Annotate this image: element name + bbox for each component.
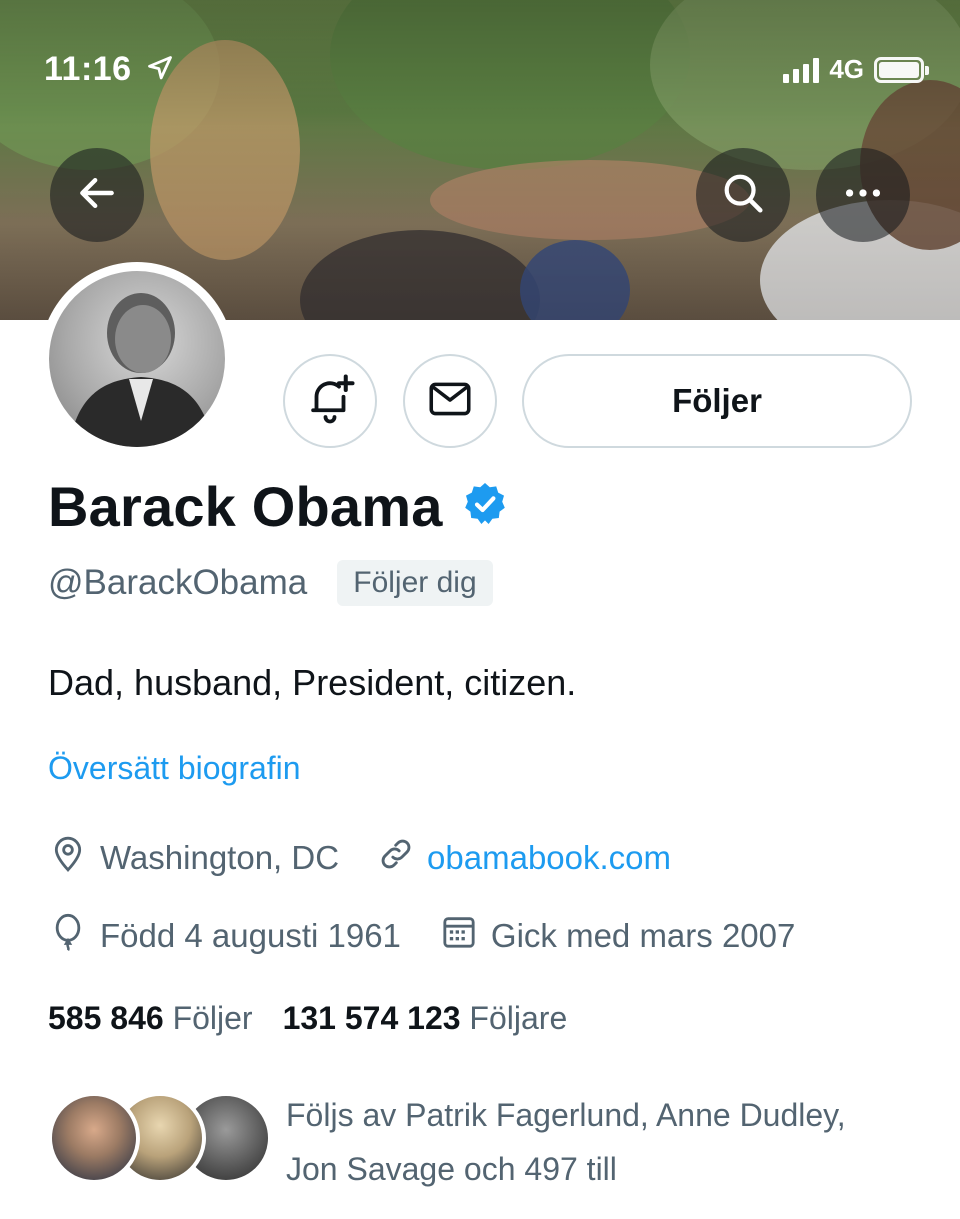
followed-by-line-2: Jon Savage och 497 till bbox=[286, 1151, 617, 1187]
location-arrow-icon bbox=[146, 52, 174, 91]
profile-bio: Dad, husband, President, citizen. bbox=[48, 662, 577, 703]
verified-badge-icon bbox=[461, 480, 509, 533]
following-count-value: 585 846 bbox=[48, 1000, 164, 1036]
location: Washington, DC bbox=[48, 834, 339, 882]
status-bar-right: 4G bbox=[783, 54, 929, 85]
location-text: Washington, DC bbox=[100, 839, 340, 876]
avatar bbox=[48, 1092, 140, 1184]
signal-icon bbox=[783, 57, 820, 83]
following-button[interactable]: Följer bbox=[522, 354, 912, 448]
calendar-icon bbox=[439, 912, 479, 960]
bell-plus-icon bbox=[303, 372, 357, 431]
link-icon bbox=[377, 835, 415, 881]
notify-button[interactable] bbox=[283, 354, 377, 448]
message-button[interactable] bbox=[403, 354, 497, 448]
search-button[interactable] bbox=[696, 148, 790, 242]
meta-row-1: Washington, DC obamabook.com bbox=[48, 834, 709, 882]
website-link[interactable]: obamabook.com bbox=[427, 839, 671, 877]
arrow-left-icon bbox=[75, 171, 119, 220]
user-handle: @BarackObama bbox=[48, 563, 308, 602]
birth-date-text: Född 4 augusti 1961 bbox=[100, 917, 401, 954]
following-count[interactable]: 585 846 Följer bbox=[48, 1000, 253, 1037]
display-name: Barack Obama bbox=[48, 475, 443, 538]
meta-row-2: Född 4 augusti 1961 Gick med mars 2007 bbox=[48, 912, 833, 960]
avatar-photo bbox=[49, 271, 225, 447]
status-bar-time: 11:16 bbox=[44, 50, 174, 91]
joined-date-text: Gick med mars 2007 bbox=[490, 917, 796, 954]
network-type: 4G bbox=[829, 54, 864, 84]
followed-by-section[interactable]: Följs av Patrik Fagerlund, Anne Dudley, … bbox=[48, 1088, 926, 1196]
followers-count[interactable]: 131 574 123 Följare bbox=[283, 1000, 568, 1037]
status-time-text: 11:16 bbox=[44, 50, 132, 88]
envelope-icon bbox=[425, 374, 475, 429]
followers-count-value: 131 574 123 bbox=[282, 1000, 461, 1036]
search-icon bbox=[720, 170, 766, 221]
followed-by-text: Följs av Patrik Fagerlund, Anne Dudley, … bbox=[286, 1088, 926, 1196]
battery-icon bbox=[874, 56, 929, 83]
handle-row: @BarackObama Följer dig bbox=[48, 560, 493, 606]
translate-bio-link[interactable]: Översätt biografin bbox=[48, 750, 301, 787]
followed-by-avatars bbox=[48, 1088, 272, 1184]
follow-counts: 585 846 Följer 131 574 123 Följare bbox=[48, 1000, 597, 1037]
back-button[interactable] bbox=[50, 148, 144, 242]
following-count-label: Följer bbox=[172, 1000, 253, 1036]
follows-you-badge: Följer dig bbox=[337, 560, 493, 606]
website[interactable]: obamabook.com bbox=[377, 835, 671, 881]
joined-date: Gick med mars 2007 bbox=[439, 912, 795, 960]
followers-count-label: Följare bbox=[469, 1000, 568, 1036]
location-pin-icon bbox=[48, 834, 88, 882]
followed-by-line-1: Följs av Patrik Fagerlund, Anne Dudley, bbox=[286, 1097, 846, 1133]
profile-avatar[interactable] bbox=[40, 262, 234, 456]
more-button[interactable] bbox=[816, 148, 910, 242]
more-horizontal-icon bbox=[840, 170, 886, 221]
name-row: Barack Obama bbox=[48, 474, 509, 539]
birth-date: Född 4 augusti 1961 bbox=[48, 912, 401, 960]
balloon-icon bbox=[48, 912, 88, 960]
